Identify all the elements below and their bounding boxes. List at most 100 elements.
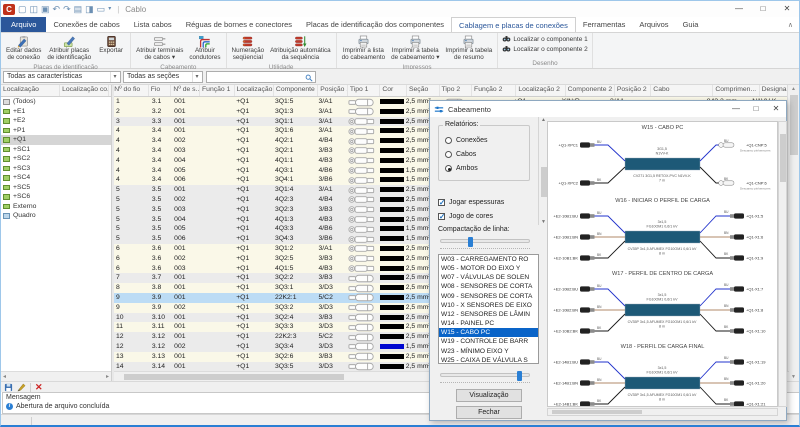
- qat-redo-icon[interactable]: ↷: [63, 2, 71, 16]
- scroll-down-icon[interactable]: ▼: [788, 373, 799, 381]
- list-item[interactable]: W07 - VÁLVULAS DE SOLEN: [439, 273, 538, 282]
- column-header-tipo-1[interactable]: Tipo 1: [348, 85, 381, 96]
- list-item[interactable]: W25 - CAIXA DE VÁLVULA S: [439, 356, 538, 364]
- column-header-nº-do-fio[interactable]: Nº do fio: [112, 85, 148, 96]
- maximize-button[interactable]: □: [751, 1, 775, 16]
- checkbox-espessuras[interactable]: Jogar espessuras: [438, 199, 504, 206]
- search-input[interactable]: [206, 71, 316, 83]
- dialog-close-button[interactable]: ✕: [766, 101, 786, 116]
- delete-icon[interactable]: ✕: [35, 383, 43, 392]
- column-header-posi-o-1[interactable]: Posição 1: [318, 85, 348, 96]
- scroll-left-icon[interactable]: ◂: [3, 373, 6, 380]
- tree-header-1[interactable]: Localização co...: [60, 85, 109, 96]
- scroll-thumb[interactable]: [124, 374, 344, 380]
- scroll-thumb[interactable]: [790, 95, 798, 155]
- characteristics-combobox[interactable]: Todas as características ▾: [3, 71, 121, 83]
- tree-item-quadro[interactable]: Quadro: [1, 211, 111, 221]
- qat-undo-icon[interactable]: ↶: [53, 2, 61, 16]
- scroll-thumb[interactable]: [780, 134, 786, 182]
- qat-menu-arrow-icon[interactable]: ▾: [108, 2, 111, 16]
- column-header-posi-o-2[interactable]: Posição 2: [615, 85, 651, 96]
- tree-item-sc1[interactable]: +SC1: [1, 145, 111, 155]
- tab-conex-es-de-cabos[interactable]: Conexões de cabos: [46, 17, 126, 32]
- dialog-minimize-button[interactable]: —: [726, 101, 746, 116]
- scroll-thumb[interactable]: [552, 410, 642, 414]
- qat-layout1-icon[interactable]: ▤: [74, 2, 83, 16]
- zoom-slider[interactable]: [440, 373, 530, 377]
- imprimir-a-tabela-button[interactable]: Imprimir a tabela de cabeamento ▾: [388, 34, 442, 63]
- column-header-componente-2[interactable]: Componente 2: [566, 85, 615, 96]
- tab-arquivos[interactable]: Arquivos: [632, 17, 675, 32]
- radio-ambos[interactable]: Ambos: [445, 165, 478, 172]
- brush-icon[interactable]: [17, 383, 26, 392]
- tree-item-todos[interactable]: (Todos): [1, 97, 111, 107]
- slider-thumb[interactable]: [517, 371, 522, 381]
- column-header-comprimen-[interactable]: Comprimen...: [713, 85, 759, 96]
- tab-r-guas-de-bornes-e-conectores[interactable]: Réguas de bornes e conectores: [179, 17, 299, 32]
- sections-combobox[interactable]: Todas as seções ▾: [123, 71, 203, 83]
- qat-save-icon[interactable]: ▣: [41, 2, 50, 16]
- visualizacao-button[interactable]: Visualização: [456, 389, 522, 402]
- tab-guia[interactable]: Guia: [676, 17, 706, 32]
- radio-conexoes[interactable]: Conexões: [445, 137, 488, 144]
- list-item[interactable]: W09 - SENSORES DE CORTA: [439, 292, 538, 301]
- list-item[interactable]: W08 - SENSORES DE CORTA: [439, 282, 538, 291]
- tree-horizontal-scrollbar[interactable]: ◂ ▸: [1, 371, 111, 381]
- column-header-fun-o-1[interactable]: Função 1: [200, 85, 235, 96]
- list-scrollbar[interactable]: ▲ ▼: [538, 117, 547, 225]
- fechar-button[interactable]: Fechar: [456, 406, 522, 419]
- column-header-nº-de-s-[interactable]: Nº de s...: [171, 85, 200, 96]
- column-header-fio[interactable]: Fio: [149, 85, 172, 96]
- scroll-up-icon[interactable]: ▲: [788, 85, 799, 93]
- editar-dados-button[interactable]: Editar dados de conexão: [3, 34, 44, 63]
- scroll-right-icon[interactable]: ▸: [106, 373, 109, 380]
- localizar-o-componente-2-button[interactable]: Localizar o componente 2: [502, 45, 587, 54]
- tab-lista-cabos[interactable]: Lista cabos: [127, 17, 179, 32]
- list-item[interactable]: W03 - CARREGAMENTO RO: [439, 255, 538, 264]
- tree-item-p1[interactable]: +P1: [1, 126, 111, 136]
- column-header-componente-1[interactable]: Componente 1: [274, 85, 318, 96]
- tree-item-q1[interactable]: +Q1: [1, 135, 111, 145]
- list-item[interactable]: W23 - MÍNIMO EIXO Y: [439, 347, 538, 356]
- minimize-button[interactable]: —: [727, 1, 751, 16]
- column-header-cor[interactable]: Cor: [380, 85, 407, 96]
- close-button[interactable]: ✕: [775, 1, 799, 16]
- atribui-o-autom-tica-button[interactable]: Atribuição automática da sequência: [267, 34, 334, 63]
- vertical-scrollbar[interactable]: ▲ ▼: [787, 85, 799, 381]
- localizar-o-componente-1-button[interactable]: Localizar o componente 1: [502, 35, 587, 44]
- qat-layout3-icon[interactable]: ▭: [97, 2, 106, 16]
- preview-vertical-scrollbar[interactable]: [778, 121, 787, 407]
- preview-horizontal-scrollbar[interactable]: [547, 408, 778, 416]
- column-header-cabo[interactable]: Cabo: [651, 85, 713, 96]
- list-item[interactable]: W05 - MOTOR DO EIXO Y: [439, 264, 538, 273]
- atribuir-placas-button[interactable]: Atribuir placas de identificação: [44, 34, 94, 63]
- column-header-localiza-o-2[interactable]: Localização 2: [516, 85, 565, 96]
- list-item[interactable]: W15 - CABO PC: [439, 328, 538, 337]
- radio-cabos[interactable]: Cabos: [445, 151, 476, 158]
- list-item[interactable]: W14 - PAINEL PC: [439, 319, 538, 328]
- ribbon-collapse-icon[interactable]: ∧: [788, 21, 793, 29]
- qat-layout2-icon[interactable]: ◨: [85, 2, 94, 16]
- dialog-maximize-button[interactable]: □: [746, 101, 766, 116]
- exportar-button[interactable]: Exportar: [94, 34, 128, 56]
- list-item[interactable]: W19 - CONTROLE DE BARR: [439, 337, 538, 346]
- column-header-localiza-o-[interactable]: Localização...: [235, 85, 274, 96]
- tab-placas-de-identifica-o-dos-componentes[interactable]: Placas de identificação dos componentes: [299, 17, 451, 32]
- tab-arquivo[interactable]: Arquivo: [1, 17, 46, 32]
- dialog-title-bar[interactable]: Cabeamento — □ ✕: [430, 101, 786, 117]
- tab-ferramentas[interactable]: Ferramentas: [576, 17, 633, 32]
- atribuir-terminais-button[interactable]: Atribuir terminais de cabos ▾: [133, 34, 186, 63]
- imprimir-a-lista-button[interactable]: Imprimir a lista do cabeamento: [339, 34, 388, 63]
- list-item[interactable]: W12 - SENSORES DE LÂMIN: [439, 310, 538, 319]
- tree-item-sc2[interactable]: +SC2: [1, 154, 111, 164]
- save-icon[interactable]: [4, 383, 13, 392]
- qat-new-icon[interactable]: ▢: [18, 2, 27, 16]
- tree-item-sc3[interactable]: +SC3: [1, 164, 111, 174]
- imprimir-a-tabela-button[interactable]: Imprimir a tabela de resumo: [442, 34, 495, 63]
- column-header-fun-o-2[interactable]: Função 2: [472, 85, 516, 96]
- list-item[interactable]: W10 - X SENSORES DE EIXO: [439, 301, 538, 310]
- tree-item-sc6[interactable]: +SC6: [1, 192, 111, 202]
- tree-item-externo[interactable]: Externo: [1, 202, 111, 212]
- cable-listbox[interactable]: W03 - CARREGAMENTO ROW05 - MOTOR DO EIXO…: [438, 254, 539, 364]
- scroll-thumb[interactable]: [541, 167, 547, 197]
